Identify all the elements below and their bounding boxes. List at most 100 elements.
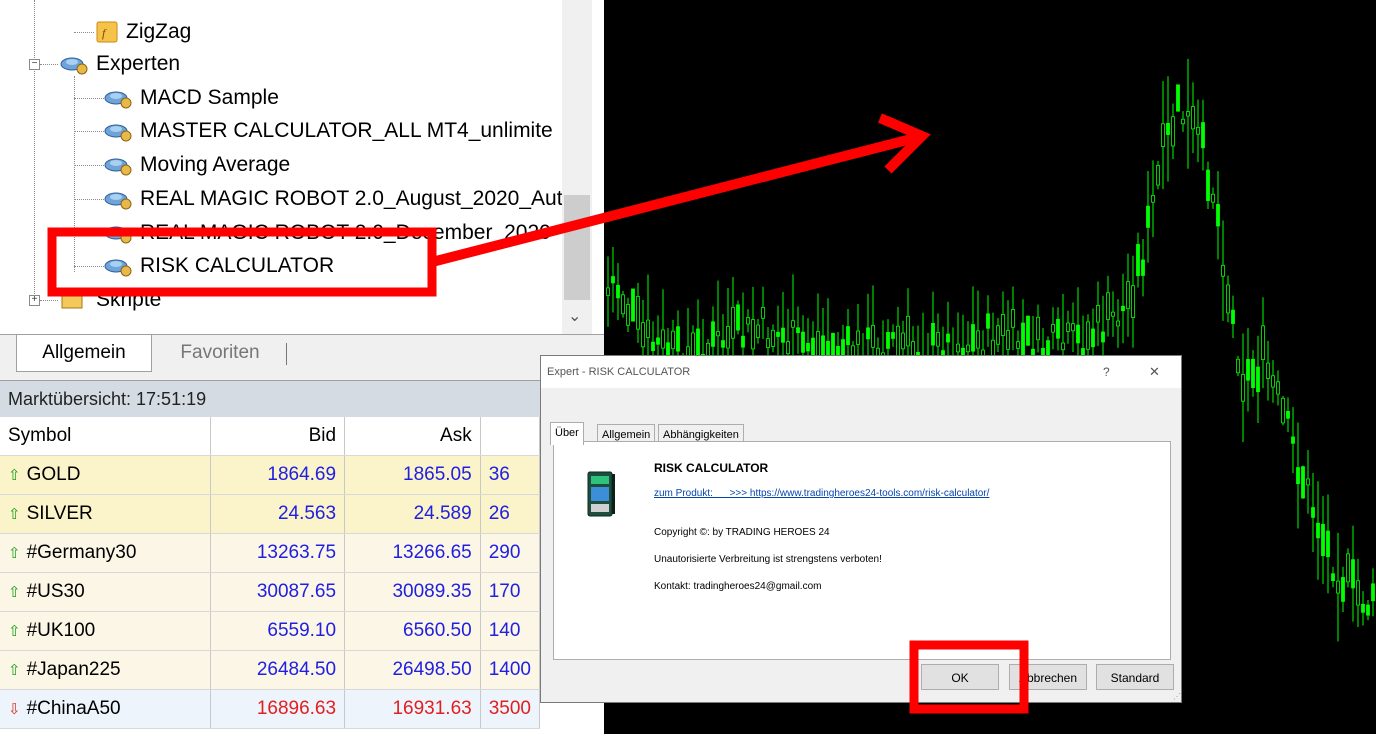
tree-item-label: Moving Average [140,153,291,176]
product-link[interactable]: zum Produkt: >>> https://www.tradinghero… [654,488,989,499]
dialog-titlebar: Expert - RISK CALCULATOR ? ✕ [541,356,1181,388]
column-header-ask[interactable]: Ask [344,417,481,456]
candle-body [1351,559,1355,589]
spread-cell: 26 [480,494,541,534]
arrow-up-icon: ⇧ [8,506,21,523]
candle-body [1191,106,1195,130]
tree-item-label: RISK CALCULATOR [140,254,335,277]
candle-body [1121,305,1125,312]
table-row[interactable]: ⇧ #Germany30 13263.75 13266.65 290 [0,533,541,573]
arrow-up-icon: ⇧ [8,623,21,640]
bid-cell: 13263.75 [210,533,346,573]
symbol-name: #Germany30 [26,542,137,563]
tree-item-risk-calculator[interactable]: RISK CALCULATOR [104,250,334,282]
ask-cell: 6560.50 [344,611,481,651]
tree-item-master-calculator[interactable]: MASTER CALCULATOR_ALL MT4_unlimite [104,115,553,147]
bid-cell: 1864.69 [210,455,346,495]
market-watch-title: Marktübersicht: 17:51:19 [0,380,540,417]
ok-button[interactable]: OK [921,664,999,690]
candle-body [1011,309,1015,328]
tree-item-moving-average[interactable]: Moving Average [104,149,290,181]
tab-favoriten[interactable]: Favoriten [156,335,284,371]
candle-body [806,342,810,352]
tab-label: Favoriten [180,342,260,363]
spread-cell: 290 [480,533,541,573]
column-header-spread[interactable] [480,417,541,456]
scrollbar-thumb[interactable] [564,195,590,300]
candle-body [896,325,900,358]
candle-body [1246,359,1250,381]
expert-icon [104,222,132,244]
spread-cell: 140 [480,611,541,651]
candle-body [1211,193,1215,203]
candle-body [1276,381,1280,395]
tab-ueber[interactable]: Über [550,422,584,445]
candle-body [1061,342,1065,351]
tree-line [74,165,104,166]
table-row[interactable]: ⇩ #ChinaA50 16896.63 16931.63 3500 [0,689,541,729]
candle-body [711,321,715,347]
ask-cell: 30089.35 [344,572,481,612]
candle-body [716,331,720,337]
table-row[interactable]: ⇧ #Japan225 26484.50 26498.50 1400 [0,650,541,690]
candle-body [1226,284,1230,314]
column-header-symbol[interactable]: Symbol [0,417,212,456]
symbol-name: #US30 [26,581,85,602]
resize-grip-icon[interactable]: ⋰ [1173,692,1181,701]
candle-body [1111,311,1115,317]
tree-line [40,300,58,301]
cancel-button[interactable]: Abbrechen [1009,664,1087,690]
candle-body [1361,603,1365,613]
help-button[interactable]: ? [1103,356,1110,388]
expert-folder-icon [60,53,88,75]
candle-body [1296,467,1300,485]
candle-body [776,331,780,337]
ask-cell: 13266.65 [344,533,481,573]
candle-body [971,324,975,352]
close-button[interactable]: ✕ [1149,356,1160,388]
candle-body [956,343,960,353]
symbol-name: GOLD [26,464,81,485]
tree-item-macd-sample[interactable]: MACD Sample [104,82,279,114]
expert-icon [104,188,132,210]
table-row[interactable]: ⇧ SILVER 24.563 24.589 26 [0,494,541,534]
tree-item-real-magic-december[interactable]: REAL MAGIC ROBOT 2.0_December_2020 [104,217,551,249]
tree-line [34,0,35,300]
table-row[interactable]: ⇧ #US30 30087.65 30089.35 170 [0,572,541,612]
candle-body [756,324,760,338]
candle-body [796,327,800,334]
candle-body [1101,331,1105,343]
candle-body [791,320,795,328]
candle-body [1346,553,1350,583]
tree-item-experten[interactable]: Experten [60,48,180,80]
table-row[interactable]: ⇧ #UK100 6559.10 6560.50 140 [0,611,541,651]
tree-item-real-magic-august[interactable]: REAL MAGIC ROBOT 2.0_August_2020_Aut [104,183,563,215]
candle-body [1306,478,1310,486]
tab-label: Allgemein [42,342,126,363]
standard-button[interactable]: Standard [1096,664,1174,690]
arrow-down-icon: ⇩ [8,701,21,718]
scroll-down-icon[interactable]: ⌄ [568,306,581,326]
candle-body [966,344,970,353]
ask-cell: 16931.63 [344,689,481,729]
table-row[interactable]: ⇧ GOLD 1864.69 1865.05 36 [0,455,541,495]
column-header-bid[interactable]: Bid [210,417,346,456]
tree-item-zigzag[interactable]: f ZigZag [96,16,191,48]
candle-body [1071,323,1075,332]
product-box-icon [586,470,616,518]
collapse-icon[interactable]: − [29,59,40,70]
symbol-cell: ⇧ SILVER [0,494,212,534]
candle-body [1051,324,1055,333]
ask-cell: 1865.05 [344,455,481,495]
candle-body [1216,204,1220,227]
candle-body [1131,285,1135,318]
expert-icon [104,87,132,109]
tree-item-skripte[interactable]: Skripte [60,284,161,316]
expand-icon[interactable]: + [29,295,40,306]
tree-item-label: REAL MAGIC ROBOT 2.0_December_2020 [140,221,551,244]
arrow-up-icon: ⇧ [8,662,21,679]
contact-text: Kontakt: tradingheroes24@gmail.com [654,581,822,592]
tab-allgemein[interactable]: Allgemein [16,335,152,372]
candle-body [611,276,615,284]
candle-body [946,333,950,343]
